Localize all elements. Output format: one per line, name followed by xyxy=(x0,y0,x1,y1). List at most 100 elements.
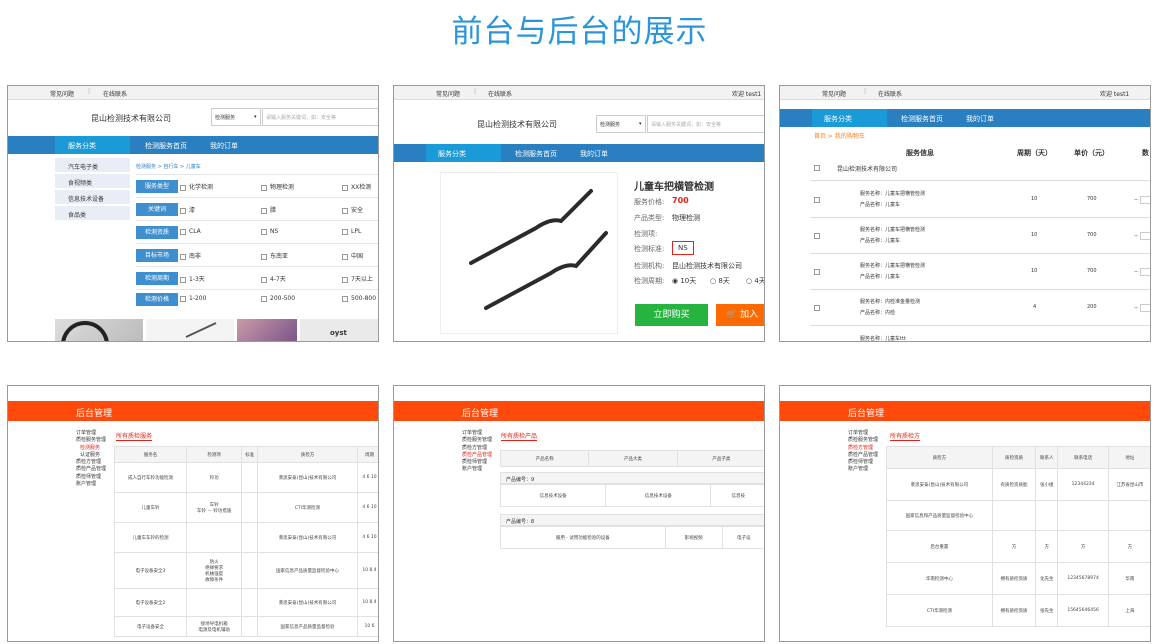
tab-all-services[interactable]: 所有质检服务 xyxy=(116,431,153,441)
filter-option[interactable]: 漆 xyxy=(180,205,195,214)
nav-service-home[interactable]: 检测服务首页 xyxy=(901,114,943,124)
checkbox[interactable] xyxy=(180,228,186,235)
filter-option[interactable]: 1-200 xyxy=(180,295,206,302)
search-input[interactable]: 请输入服务关键词，如：安全等 xyxy=(647,115,764,133)
checkbox[interactable] xyxy=(261,276,267,283)
nav-service-home[interactable]: 检测服务首页 xyxy=(515,149,557,159)
faq-link[interactable]: 常见问题 xyxy=(822,89,846,98)
chevron-down-icon: ▾ xyxy=(639,121,642,127)
cart-icon: 🛒 xyxy=(726,310,738,320)
menu-item[interactable]: 账户管理 xyxy=(462,466,492,473)
filter-option[interactable]: 南非 xyxy=(180,251,201,260)
product-title: 儿童车把横管检测 xyxy=(634,182,714,193)
period-radio[interactable]: ○ 4天 xyxy=(746,276,764,286)
menu-item[interactable]: 质检服务管理 xyxy=(848,437,878,444)
checkbox[interactable] xyxy=(261,295,267,302)
menu-item[interactable]: 质检服务管理 xyxy=(462,437,492,444)
menu-item[interactable]: 账户管理 xyxy=(848,466,878,473)
filter-option[interactable]: 1-3天 xyxy=(180,274,205,283)
menu-item-active[interactable]: 质检方管理 xyxy=(848,445,878,452)
sidebar-item[interactable]: 信息技术设备 xyxy=(55,190,130,205)
period-radio[interactable]: ◉ 10天 xyxy=(672,276,696,286)
col-header: 服务信息 xyxy=(906,149,934,157)
standard-option[interactable]: NS xyxy=(672,241,694,255)
period-radio[interactable]: ○ 8天 xyxy=(710,276,730,286)
filter-option[interactable]: 500-800 xyxy=(342,295,376,302)
menu-item[interactable]: 质检服务管理 xyxy=(76,437,106,444)
checkbox[interactable] xyxy=(814,164,823,171)
filter-option[interactable]: NS xyxy=(261,228,278,235)
nav-my-orders[interactable]: 我的订单 xyxy=(580,149,608,159)
menu-item-active[interactable]: 检测服务 xyxy=(76,445,106,452)
nav-service-category[interactable]: 服务分类 xyxy=(824,114,852,124)
nav-service-category[interactable]: 服务分类 xyxy=(438,149,466,159)
filter-option[interactable]: 安全 xyxy=(342,205,363,214)
checkbox[interactable] xyxy=(814,304,823,311)
sidebar-item[interactable]: 食视频类 xyxy=(55,174,130,189)
filter-label: 检测资质 xyxy=(136,226,178,239)
front-listing-screenshot: 常见问题 | 在线联系 昆山检测技术有限公司 检测服务 ▾ 请输入服务关键词，如… xyxy=(7,85,379,342)
tab-all-products[interactable]: 所有质检产品 xyxy=(501,431,538,441)
nav-service-home[interactable]: 检测服务首页 xyxy=(145,141,187,151)
qty-stepper[interactable]: − xyxy=(1134,232,1150,240)
checkbox[interactable] xyxy=(814,196,823,203)
checkbox[interactable] xyxy=(814,232,823,239)
filter-option[interactable]: LPL xyxy=(342,228,361,235)
filter-option[interactable]: 4-7天 xyxy=(261,274,286,283)
checkbox[interactable] xyxy=(342,253,348,260)
checkbox[interactable] xyxy=(342,228,348,235)
product-thumbnail[interactable] xyxy=(237,319,297,341)
online-contact-link[interactable]: 在线联系 xyxy=(878,89,902,98)
online-contact-link[interactable]: 在线联系 xyxy=(488,89,512,98)
faq-link[interactable]: 常见问题 xyxy=(50,89,74,98)
filter-option[interactable]: 化学检测 xyxy=(180,182,213,191)
checkbox[interactable] xyxy=(342,276,348,283)
checkbox[interactable] xyxy=(180,295,186,302)
admin-header: 后台管理 xyxy=(780,401,1150,421)
checkbox[interactable] xyxy=(261,184,267,191)
search-category-select[interactable]: 检测服务 ▾ xyxy=(211,108,261,126)
product-thumbnail[interactable] xyxy=(146,319,234,341)
filter-option[interactable]: XX检测 xyxy=(342,182,371,191)
checkbox[interactable] xyxy=(342,184,348,191)
nav-my-orders[interactable]: 我的订单 xyxy=(966,114,994,124)
qty-stepper[interactable]: − xyxy=(1134,268,1150,276)
menu-item[interactable]: 质检产品管理 xyxy=(76,466,106,473)
checkbox[interactable] xyxy=(180,253,186,260)
checkbox[interactable] xyxy=(180,207,186,214)
buy-now-button[interactable]: 立即购买 xyxy=(635,304,708,326)
checkbox[interactable] xyxy=(814,268,823,275)
sidebar-item[interactable]: 汽车电子类 xyxy=(55,158,130,173)
product-thumbnail[interactable]: oyst xyxy=(300,319,378,341)
checkbox[interactable] xyxy=(180,276,186,283)
filter-option[interactable]: 腊 xyxy=(261,205,276,214)
faq-link[interactable]: 常见问题 xyxy=(436,89,460,98)
tab-all-orgs[interactable]: 所有质检方 xyxy=(890,431,921,441)
checkbox[interactable] xyxy=(261,253,267,260)
search-category-select[interactable]: 检测服务 ▾ xyxy=(596,115,646,133)
nav-my-orders[interactable]: 我的订单 xyxy=(210,141,238,151)
nav-service-category[interactable]: 服务分类 xyxy=(68,141,96,151)
qty-stepper[interactable]: − xyxy=(1134,304,1150,312)
checkbox[interactable] xyxy=(180,184,186,191)
checkbox[interactable] xyxy=(342,207,348,214)
online-contact-link[interactable]: 在线联系 xyxy=(103,89,127,98)
filter-option[interactable]: 7天以上 xyxy=(342,274,373,283)
filter-option[interactable]: 200-500 xyxy=(261,295,295,302)
filter-option[interactable]: CLA xyxy=(180,228,201,235)
front-cart-screenshot: 常见问题 | 在线联系 欢迎 test1 服务分类 检测服务首页 我的订单 首页… xyxy=(779,85,1151,342)
checkbox[interactable] xyxy=(261,207,267,214)
search-input[interactable]: 请输入服务关键词，如：安全等 xyxy=(262,108,378,126)
filter-option[interactable]: 中国 xyxy=(342,251,363,260)
checkbox[interactable] xyxy=(342,295,348,302)
menu-item[interactable]: 质检师管理 xyxy=(76,474,106,481)
sidebar-item[interactable]: 食品类 xyxy=(55,206,130,221)
checkbox[interactable] xyxy=(261,228,267,235)
menu-item[interactable]: 账户管理 xyxy=(76,481,106,488)
qty-stepper[interactable]: − xyxy=(1134,196,1150,204)
add-to-cart-button[interactable]: 🛒 加入购 xyxy=(716,304,764,341)
filter-option[interactable]: 物理检测 xyxy=(261,182,294,191)
filter-option[interactable]: 东南亚 xyxy=(261,251,288,260)
menu-item[interactable]: 质检方管理 xyxy=(462,445,492,452)
product-thumbnail[interactable] xyxy=(55,319,143,341)
